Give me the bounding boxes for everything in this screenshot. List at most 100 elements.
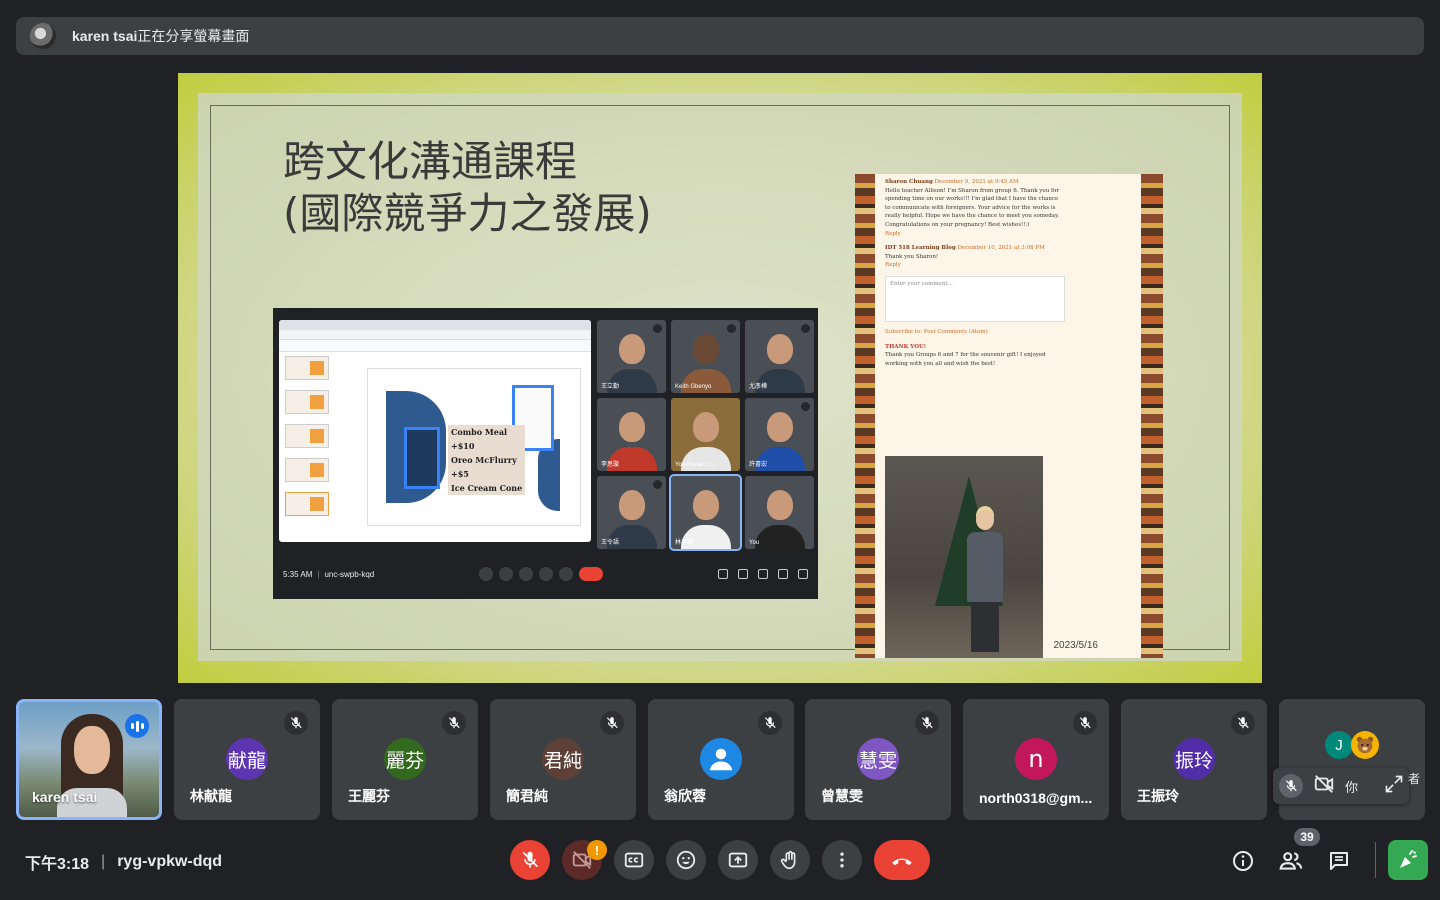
info-icon bbox=[1233, 851, 1253, 871]
slides-editor-screenshot: Combo Meal +$10 Oreo McFlurry +$5 Ice Cr… bbox=[279, 320, 591, 542]
speaking-indicator-icon bbox=[125, 714, 149, 738]
presenter-name: karen tsai bbox=[72, 28, 138, 44]
mic-off-icon bbox=[915, 711, 939, 735]
inner-tile: You bbox=[745, 476, 814, 549]
participant-name: 翁欣蓉 bbox=[664, 788, 706, 804]
presenter-status: karen tsai正在分享螢幕畫面 bbox=[72, 26, 249, 46]
participant-name: karen tsai bbox=[32, 789, 98, 805]
slide-title-line2: (國際競爭力之發展) bbox=[283, 189, 652, 238]
chat-button[interactable] bbox=[1326, 848, 1352, 874]
inner-tile: 林芊緣 bbox=[669, 474, 742, 551]
participant-tile[interactable]: 献龍 林献龍 bbox=[174, 699, 320, 820]
slide-date: 2023/5/16 bbox=[1053, 640, 1099, 651]
inner-tile: 李思璇 bbox=[597, 398, 666, 471]
hand-icon bbox=[780, 850, 796, 870]
mic-off-icon bbox=[1073, 711, 1097, 735]
you-label: 你 bbox=[1345, 779, 1359, 795]
bear-avatar-icon bbox=[1351, 731, 1379, 759]
mic-off-icon bbox=[442, 711, 466, 735]
mic-off-icon bbox=[1231, 711, 1255, 735]
participant-name: 林献龍 bbox=[190, 788, 232, 804]
camera-off-icon[interactable] bbox=[1313, 773, 1335, 800]
expand-icon[interactable] bbox=[1384, 774, 1404, 799]
default-avatar-icon bbox=[700, 738, 742, 780]
activities-button[interactable] bbox=[1388, 840, 1428, 880]
participant-name: 王振玲 bbox=[1137, 788, 1179, 804]
more-vert-icon bbox=[840, 852, 844, 868]
inner-time: 5:35 AM bbox=[283, 569, 313, 579]
present-screen-icon bbox=[728, 852, 748, 868]
clock: 下午3:18 bbox=[25, 856, 90, 873]
meeting-code: ryg-vpkw-dqd bbox=[117, 853, 223, 870]
inner-tile: 尤彥樺 bbox=[745, 320, 814, 393]
participant-tile[interactable]: 振玲 王振玲 bbox=[1121, 699, 1267, 820]
slide-title-line1: 跨文化溝通課程 bbox=[283, 137, 578, 186]
slide-thumbnails bbox=[285, 356, 333, 536]
people-button[interactable] bbox=[1278, 848, 1304, 874]
shared-screen: 跨文化溝通課程 (國際競爭力之發展) Combo Meal +$10 Oreo … bbox=[178, 73, 1262, 683]
truncated-label: 者 bbox=[1408, 772, 1421, 786]
person-figure bbox=[967, 510, 1003, 658]
mcflurry-image bbox=[404, 427, 440, 489]
combo-menu-text: Combo Meal +$10 Oreo McFlurry +$5 Ice Cr… bbox=[448, 425, 526, 495]
mic-off-icon bbox=[284, 711, 308, 735]
participant-tile[interactable]: 麗芬 王麗芬 bbox=[332, 699, 478, 820]
reactions-button[interactable] bbox=[666, 840, 706, 880]
inner-tile: You-Hsuan Lu bbox=[671, 398, 740, 471]
participant-avatar: n bbox=[1015, 738, 1057, 780]
leave-call-button[interactable] bbox=[874, 840, 930, 880]
meeting-info: 下午3:18 | ryg-vpkw-dqd bbox=[25, 850, 222, 874]
participant-name: 曾慧雯 bbox=[821, 788, 863, 804]
participant-avatar: 君純 bbox=[542, 738, 584, 780]
slide-canvas: Combo Meal +$10 Oreo McFlurry +$5 Ice Cr… bbox=[367, 368, 581, 526]
participant-name: 王麗芬 bbox=[348, 788, 390, 804]
blog-page: Sharon Chuang December 9, 2021 at 9:45 A… bbox=[875, 174, 1141, 658]
presenter-avatar bbox=[30, 23, 56, 49]
slide-title: 跨文化溝通課程 (國際競爭力之發展) bbox=[283, 136, 652, 240]
participant-tile[interactable]: 翁欣蓉 bbox=[648, 699, 794, 820]
participant-name: 簡君純 bbox=[506, 788, 548, 804]
captions-button[interactable] bbox=[614, 840, 654, 880]
participant-tile[interactable]: n north0318@gm... bbox=[963, 699, 1109, 820]
participant-tile[interactable]: 君純 簡君純 bbox=[490, 699, 636, 820]
participant-mini-avatar: J bbox=[1325, 731, 1353, 759]
warning-badge: ! bbox=[587, 840, 607, 860]
presenter-status-text: 正在分享螢幕畫面 bbox=[137, 28, 250, 44]
chat-icon bbox=[1330, 852, 1348, 870]
meeting-details-button[interactable] bbox=[1230, 848, 1256, 874]
participant-avatar: 麗芬 bbox=[384, 738, 426, 780]
slide-frame: 跨文化溝通課程 (國際競爭力之發展) Combo Meal +$10 Oreo … bbox=[210, 105, 1230, 658]
inner-tile: 許書宏 bbox=[745, 398, 814, 471]
participant-tile-self[interactable]: karen tsai bbox=[16, 699, 162, 820]
participant-avatar: 慧雯 bbox=[857, 738, 899, 780]
present-now-button[interactable] bbox=[718, 840, 758, 880]
inner-meeting-footer: 5:35 AM | unc-swpb-kqd bbox=[283, 567, 808, 581]
participant-name: north0318@gm... bbox=[979, 790, 1093, 806]
slide: 跨文化溝通課程 (國際競爭力之發展) Combo Meal +$10 Oreo … bbox=[198, 93, 1242, 661]
blog-screenshot: Sharon Chuang December 9, 2021 at 9:45 A… bbox=[855, 174, 1163, 658]
blog-photo bbox=[885, 456, 1043, 658]
mic-toggle-button[interactable] bbox=[510, 840, 550, 880]
participant-avatar: 献龍 bbox=[226, 738, 268, 780]
participant-tile[interactable]: 慧雯 曾慧雯 bbox=[805, 699, 951, 820]
toolbar-divider bbox=[1375, 842, 1376, 878]
mic-off-icon bbox=[522, 851, 539, 868]
inner-tile: 王立勤 bbox=[597, 320, 666, 393]
inner-participant-grid: 王立勤 Keith Gbenyo 尤彥樺 李思璇 You-Hsuan Lu 許書… bbox=[597, 320, 815, 553]
separator: | bbox=[101, 853, 106, 870]
mic-off-icon[interactable] bbox=[1279, 774, 1303, 798]
presenter-banner: karen tsai正在分享螢幕畫面 bbox=[16, 17, 1424, 55]
inner-code: unc-swpb-kqd bbox=[324, 569, 375, 579]
people-icon bbox=[1279, 852, 1303, 870]
end-call-icon bbox=[892, 858, 912, 866]
mic-off-icon bbox=[758, 711, 782, 735]
people-count-badge: 39 bbox=[1294, 828, 1320, 846]
inner-tile: 王令語 bbox=[597, 476, 666, 549]
inner-tile: Keith Gbenyo bbox=[671, 320, 740, 393]
raise-hand-button[interactable] bbox=[770, 840, 810, 880]
meeting-screenshot: Combo Meal +$10 Oreo McFlurry +$5 Ice Cr… bbox=[273, 308, 818, 599]
more-options-button[interactable] bbox=[822, 840, 862, 880]
captions-icon bbox=[624, 852, 644, 868]
tile-hover-controls: 你 bbox=[1273, 768, 1409, 804]
bottom-toolbar: 下午3:18 | ryg-vpkw-dqd ! 39 bbox=[0, 828, 1440, 900]
